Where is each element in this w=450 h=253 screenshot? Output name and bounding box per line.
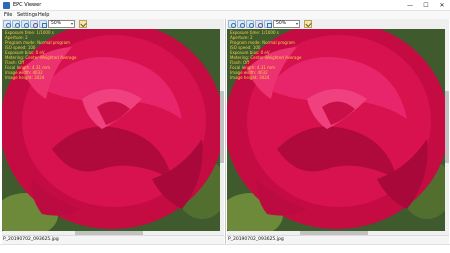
menu-help[interactable]: Help (38, 11, 49, 19)
left-filename: P_20190702_093625.jpg (3, 237, 59, 242)
rotate-icon[interactable] (264, 20, 272, 28)
left-exif-overlay: Exposure time: 1/1000 s Aperture: 2 Prog… (5, 30, 135, 80)
right-toolbar: 50% ▾ (227, 19, 449, 29)
minimize-button[interactable]: — (402, 0, 418, 11)
zoom-value: 50% (276, 21, 287, 26)
zoom-value: 50% (51, 21, 62, 26)
fit-window-icon[interactable] (246, 20, 254, 28)
zoom-select[interactable]: 50% ▾ (273, 20, 300, 28)
right-image-viewer[interactable]: Exposure time: 1/1000 s Aperture: 2 Prog… (227, 29, 449, 235)
right-status-bar: P_20190702_093625.jpg (227, 235, 449, 244)
left-toolbar: 50% ▾ (2, 19, 224, 29)
rotate-icon[interactable] (39, 20, 47, 28)
exif-line: Image height: 3024 (230, 75, 270, 80)
fit-window-icon[interactable] (21, 20, 29, 28)
right-image-pane: 50% ▾ Exposure time: 1/1000 s Aperture: … (227, 19, 449, 244)
zoom-in-icon[interactable] (3, 20, 11, 28)
right-exif-overlay: Exposure time: 1/1000 s Aperture: 2 Prog… (230, 30, 360, 80)
close-button[interactable]: ✕ (434, 0, 450, 11)
maximize-button[interactable]: ☐ (418, 0, 434, 11)
left-vertical-scroll-thumb[interactable] (220, 91, 224, 163)
right-vertical-scrollbar[interactable] (445, 29, 449, 235)
menu-settings[interactable]: Settings (17, 11, 38, 19)
chevron-down-icon: ▾ (295, 21, 298, 26)
title-bar: EPC Viewer — ☐ ✕ (0, 0, 450, 11)
apply-zoom-button[interactable] (79, 20, 87, 28)
zoom-select[interactable]: 50% ▾ (48, 20, 75, 28)
left-status-bar: P_20190702_093625.jpg (2, 235, 224, 244)
window-title: EPC Viewer (13, 2, 42, 8)
exif-line: Image height: 3024 (5, 75, 45, 80)
pane-splitter[interactable] (225, 19, 226, 244)
right-filename: P_20190702_093625.jpg (228, 237, 284, 242)
menu-bar: File Settings Help (0, 11, 450, 19)
zoom-out-icon[interactable] (12, 20, 20, 28)
left-vertical-scrollbar[interactable] (220, 29, 224, 235)
left-image-pane: 50% ▾ Exposure time: 1/1000 s Aperture: … (2, 19, 224, 244)
chevron-down-icon: ▾ (70, 21, 73, 26)
right-vertical-scroll-thumb[interactable] (445, 91, 449, 163)
menu-file[interactable]: File (4, 11, 12, 19)
magnifier-icon[interactable] (255, 20, 263, 28)
magnifier-icon[interactable] (30, 20, 38, 28)
left-image-viewer[interactable]: Exposure time: 1/1000 s Aperture: 2 Prog… (2, 29, 224, 235)
apply-zoom-button[interactable] (304, 20, 312, 28)
zoom-out-icon[interactable] (237, 20, 245, 28)
app-icon (3, 2, 10, 9)
window-bottom-edge (0, 244, 450, 253)
zoom-in-icon[interactable] (228, 20, 236, 28)
